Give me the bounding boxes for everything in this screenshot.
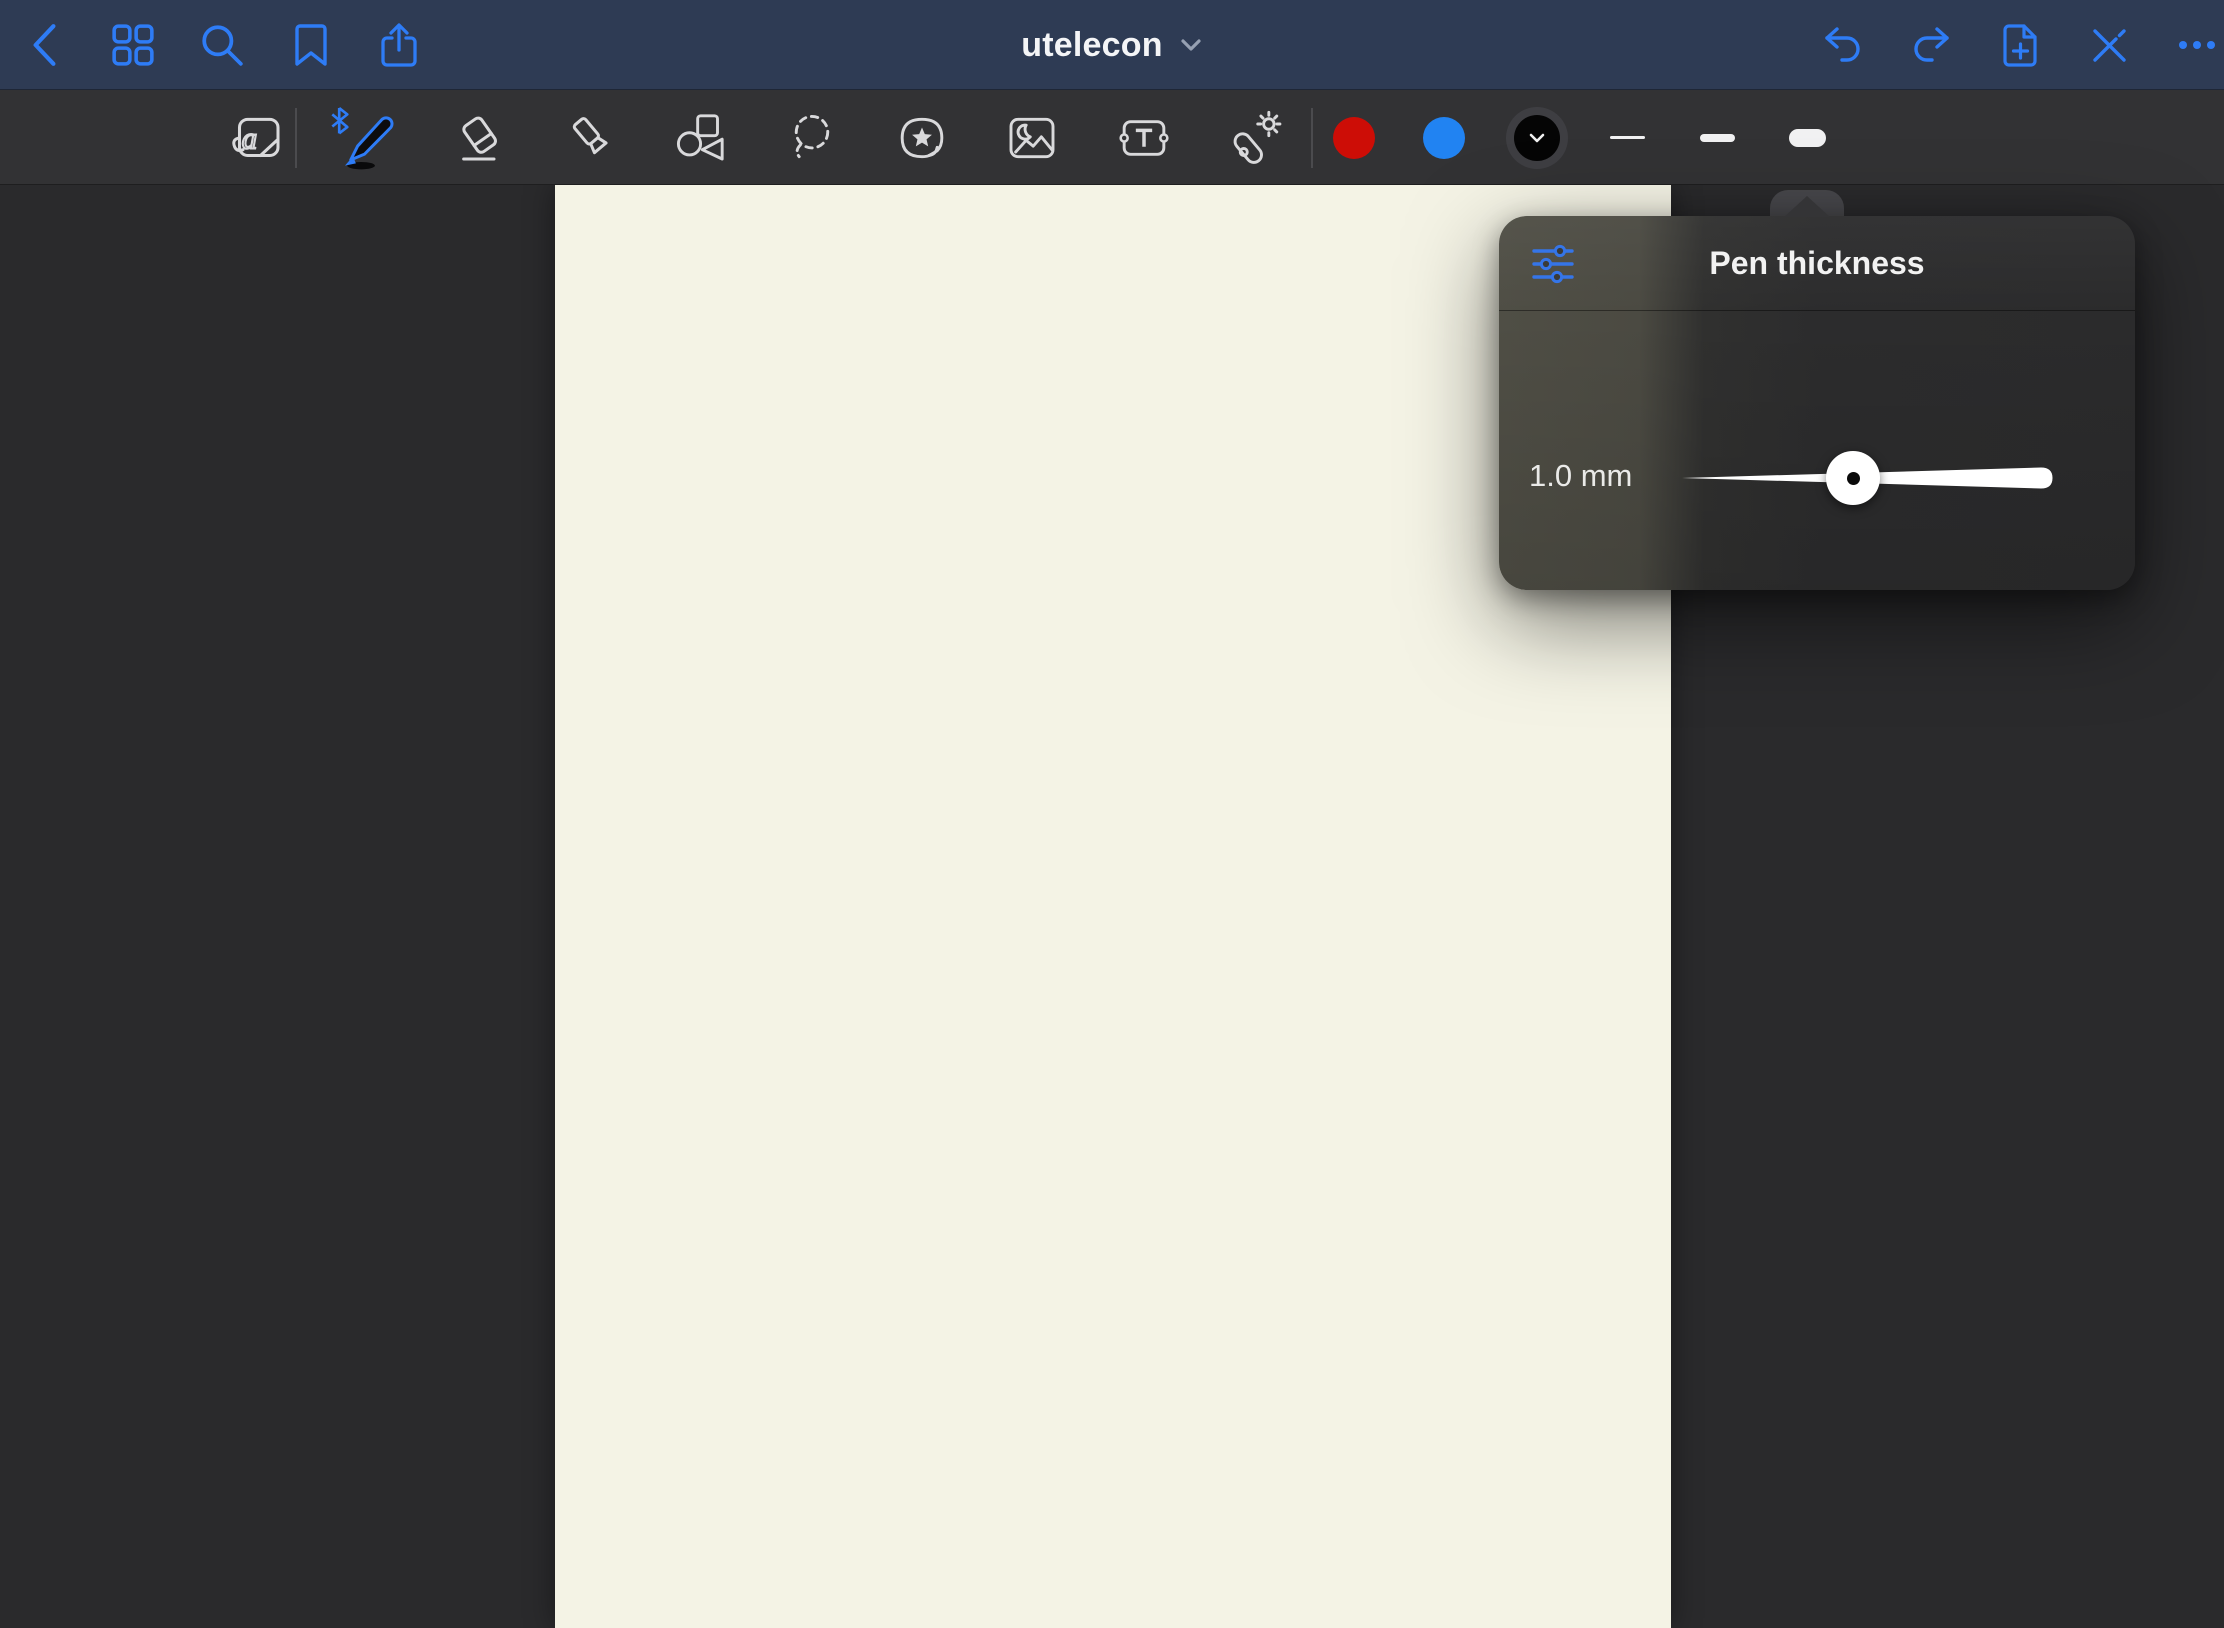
highlighter-icon — [564, 110, 620, 166]
red-color-dot — [1333, 117, 1375, 159]
laser-pointer-icon — [1228, 110, 1284, 166]
adjustments-button[interactable] — [1529, 243, 1577, 285]
eraser-tool[interactable] — [442, 90, 518, 185]
end-editing-button[interactable] — [2073, 0, 2145, 90]
tools-toolbar: a — [0, 90, 2224, 185]
thickness-value-label: 1.0 mm — [1529, 458, 1632, 494]
thickness-slider-knob[interactable] — [1826, 451, 1880, 505]
shapes-tool[interactable] — [662, 90, 738, 185]
highlighter-tool[interactable] — [554, 90, 630, 185]
knob-center-dot — [1847, 472, 1860, 485]
toolbar-divider — [1311, 108, 1313, 168]
shapes-icon — [672, 110, 728, 166]
selected-color-ring — [1506, 107, 1568, 169]
sticker-star-icon — [894, 110, 950, 166]
bookmark-icon — [291, 21, 331, 69]
popover-body: 1.0 mm — [1499, 312, 2135, 590]
black-color-dot — [1514, 115, 1560, 161]
image-icon — [1004, 110, 1060, 166]
thickness-thick-button[interactable] — [1767, 90, 1847, 185]
back-icon — [27, 22, 61, 68]
share-icon — [377, 21, 421, 69]
back-button[interactable] — [8, 0, 80, 90]
undo-icon — [1820, 24, 1866, 66]
color-swatch-red[interactable] — [1322, 90, 1386, 185]
top-nav-bar: utelecon — [0, 0, 2224, 90]
adjustments-icon — [1530, 244, 1576, 284]
text-icon — [1116, 110, 1172, 166]
zoom-window-tool[interactable]: a — [219, 90, 295, 185]
add-page-icon — [1999, 21, 2043, 69]
search-button[interactable] — [186, 0, 258, 90]
redo-button[interactable] — [1895, 0, 1967, 90]
text-tool[interactable] — [1106, 90, 1182, 185]
color-swatch-blue[interactable] — [1412, 90, 1476, 185]
medium-line-glyph — [1700, 134, 1735, 142]
svg-text:a: a — [242, 121, 257, 155]
add-page-button[interactable] — [1985, 0, 2057, 90]
laser-pointer-tool[interactable] — [1218, 90, 1294, 185]
chevron-down-icon — [1527, 131, 1547, 145]
chevron-down-icon — [1179, 35, 1203, 55]
document-title-control[interactable]: utelecon — [962, 0, 1262, 90]
image-tool[interactable] — [994, 90, 1070, 185]
popover-header: Pen thickness — [1499, 216, 2135, 311]
redo-icon — [1908, 24, 1954, 66]
undo-button[interactable] — [1807, 0, 1879, 90]
more-ellipsis-icon — [2176, 25, 2218, 65]
search-icon — [199, 22, 245, 68]
lasso-tool[interactable] — [774, 90, 850, 185]
color-swatch-black-selected[interactable] — [1505, 90, 1569, 185]
eraser-icon — [452, 110, 508, 166]
pen-icon — [330, 100, 406, 176]
lasso-icon — [784, 110, 840, 166]
thin-line-glyph — [1610, 136, 1645, 139]
pages-grid-button[interactable] — [97, 0, 169, 90]
thickness-medium-button[interactable] — [1677, 90, 1757, 185]
popover-title: Pen thickness — [1499, 245, 2135, 282]
pages-grid-icon — [111, 23, 155, 67]
blue-color-dot — [1423, 117, 1465, 159]
thick-line-glyph — [1789, 129, 1826, 147]
pen-tool[interactable] — [330, 90, 406, 185]
bluetooth-icon — [332, 108, 347, 133]
elements-tool[interactable] — [884, 90, 960, 185]
toolbar-divider — [295, 108, 297, 168]
pen-crossed-icon — [2087, 23, 2131, 67]
goodnotes-document-screen: utelecon — [0, 0, 2224, 1628]
thickness-thin-button[interactable] — [1587, 90, 1667, 185]
more-button[interactable] — [2161, 0, 2224, 90]
popover-caret — [1784, 196, 1830, 217]
share-button[interactable] — [363, 0, 435, 90]
zoom-window-icon: a — [229, 110, 285, 166]
bookmark-button[interactable] — [275, 0, 347, 90]
pen-thickness-popover: Pen thickness 1.0 mm — [1499, 216, 2135, 590]
document-title: utelecon — [1021, 26, 1162, 65]
